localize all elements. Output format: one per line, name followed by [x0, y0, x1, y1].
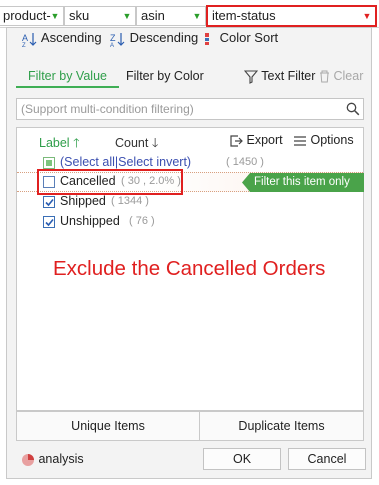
- checkbox-checked[interactable]: [43, 196, 55, 208]
- cancel-button[interactable]: Cancel: [288, 448, 366, 470]
- tab-filter-by-color[interactable]: Filter by Color: [126, 69, 204, 83]
- list-item-label: Shipped: [60, 194, 106, 208]
- sort-descending-button[interactable]: Z A Descending: [110, 30, 198, 47]
- dropdown-arrow-icon[interactable]: ▼: [361, 10, 373, 22]
- text-filter-button[interactable]: Text Filter: [244, 69, 315, 84]
- count-column-label: Count: [115, 136, 149, 150]
- sort-ascending-label: Ascending: [40, 30, 102, 45]
- svg-text:A: A: [110, 43, 114, 47]
- list-item-label: (Select all|Select invert): [60, 155, 192, 169]
- sort-toolbar: A Z Ascending Z A Descending Color Sort: [16, 30, 366, 54]
- arrow-up-icon: 🡑: [73, 136, 80, 150]
- checkbox-unchecked[interactable]: [43, 176, 55, 188]
- column-header-item-status[interactable]: item-status ▼: [206, 5, 377, 27]
- export-label: Export: [246, 133, 283, 147]
- dropdown-arrow-icon[interactable]: ▼: [191, 10, 203, 22]
- color-sort-button[interactable]: Color Sort: [204, 30, 278, 46]
- color-sort-icon: [205, 32, 209, 45]
- options-label: Options: [310, 133, 354, 147]
- column-label: product-: [3, 8, 51, 23]
- svg-text:A: A: [22, 33, 28, 43]
- column-header-asin[interactable]: asin ▼: [136, 6, 206, 26]
- options-button[interactable]: Options: [293, 133, 354, 148]
- sort-ascending-icon: A Z: [22, 32, 37, 47]
- sort-ascending-button[interactable]: A Z Ascending: [22, 30, 102, 47]
- analysis-label: analysis: [38, 452, 84, 466]
- column-header-sku[interactable]: sku ▼: [64, 6, 136, 26]
- analysis-button[interactable]: analysis: [21, 452, 84, 467]
- pie-chart-icon: [22, 453, 34, 466]
- label-column-sort[interactable]: Label 🡑: [39, 134, 80, 155]
- svg-text:Z: Z: [22, 43, 26, 47]
- unique-items-button[interactable]: Unique Items: [17, 412, 200, 440]
- annotation-text: Exclude the Cancelled Orders: [53, 257, 326, 280]
- clear-label: Clear: [333, 69, 364, 83]
- menu-lines-icon: [294, 136, 306, 146]
- sort-descending-label: Descending: [129, 30, 199, 45]
- search-icon[interactable]: [346, 102, 360, 116]
- duplicate-items-button[interactable]: Duplicate Items: [200, 412, 363, 440]
- trash-icon: [320, 70, 329, 83]
- svg-text:Z: Z: [110, 33, 116, 43]
- column-label: asin: [141, 8, 165, 23]
- dropdown-arrow-icon[interactable]: ▼: [121, 10, 133, 22]
- list-item-count: ( 30 , 2.0% ): [121, 175, 181, 187]
- search-placeholder: (Support multi-condition filtering): [21, 102, 194, 116]
- unique-duplicate-bar: Unique Items Duplicate Items: [16, 411, 364, 441]
- sort-descending-icon: Z A: [110, 32, 125, 47]
- search-input[interactable]: (Support multi-condition filtering): [16, 98, 364, 120]
- list-item-label: Cancelled: [60, 174, 116, 188]
- ok-button[interactable]: OK: [203, 448, 281, 470]
- text-filter-label: Text Filter: [261, 69, 316, 83]
- list-header: Label 🡑 Count 🡓 Export Options: [17, 128, 363, 154]
- arrow-down-icon: 🡓: [151, 136, 159, 150]
- list-item-label: Unshipped: [60, 214, 120, 228]
- filter-only-label: Filter this item only: [254, 176, 350, 188]
- color-sort-label: Color Sort: [219, 30, 279, 45]
- column-header-row: product- ▼ sku ▼ asin ▼ item-status ▼: [0, 0, 379, 28]
- filter-funnel-icon: [244, 70, 258, 84]
- list-item-count: ( 1344 ): [111, 195, 149, 207]
- export-icon: [230, 135, 243, 147]
- list-item-count: ( 1450 ): [226, 156, 264, 168]
- filter-tabs: Filter by Value Filter by Color Text Fil…: [16, 69, 368, 91]
- checkmark-icon: [45, 218, 54, 227]
- column-label: sku: [69, 8, 90, 23]
- list-item-count: ( 76 ): [129, 215, 155, 227]
- clear-button[interactable]: Clear: [319, 69, 363, 83]
- export-button[interactable]: Export: [229, 133, 283, 148]
- checkbox-checked[interactable]: [43, 216, 55, 228]
- checkbox-partial[interactable]: [43, 157, 55, 169]
- checkmark-icon: [45, 198, 54, 207]
- count-column-sort[interactable]: Count 🡓: [115, 134, 158, 155]
- filter-this-item-only-button[interactable]: Filter this item only: [242, 173, 364, 192]
- dropdown-arrow-icon[interactable]: ▼: [49, 10, 61, 22]
- tab-filter-by-value[interactable]: Filter by Value: [16, 69, 119, 88]
- column-header-product[interactable]: product- ▼: [0, 6, 64, 26]
- label-column-label: Label: [39, 136, 70, 150]
- column-label: item-status: [212, 8, 276, 23]
